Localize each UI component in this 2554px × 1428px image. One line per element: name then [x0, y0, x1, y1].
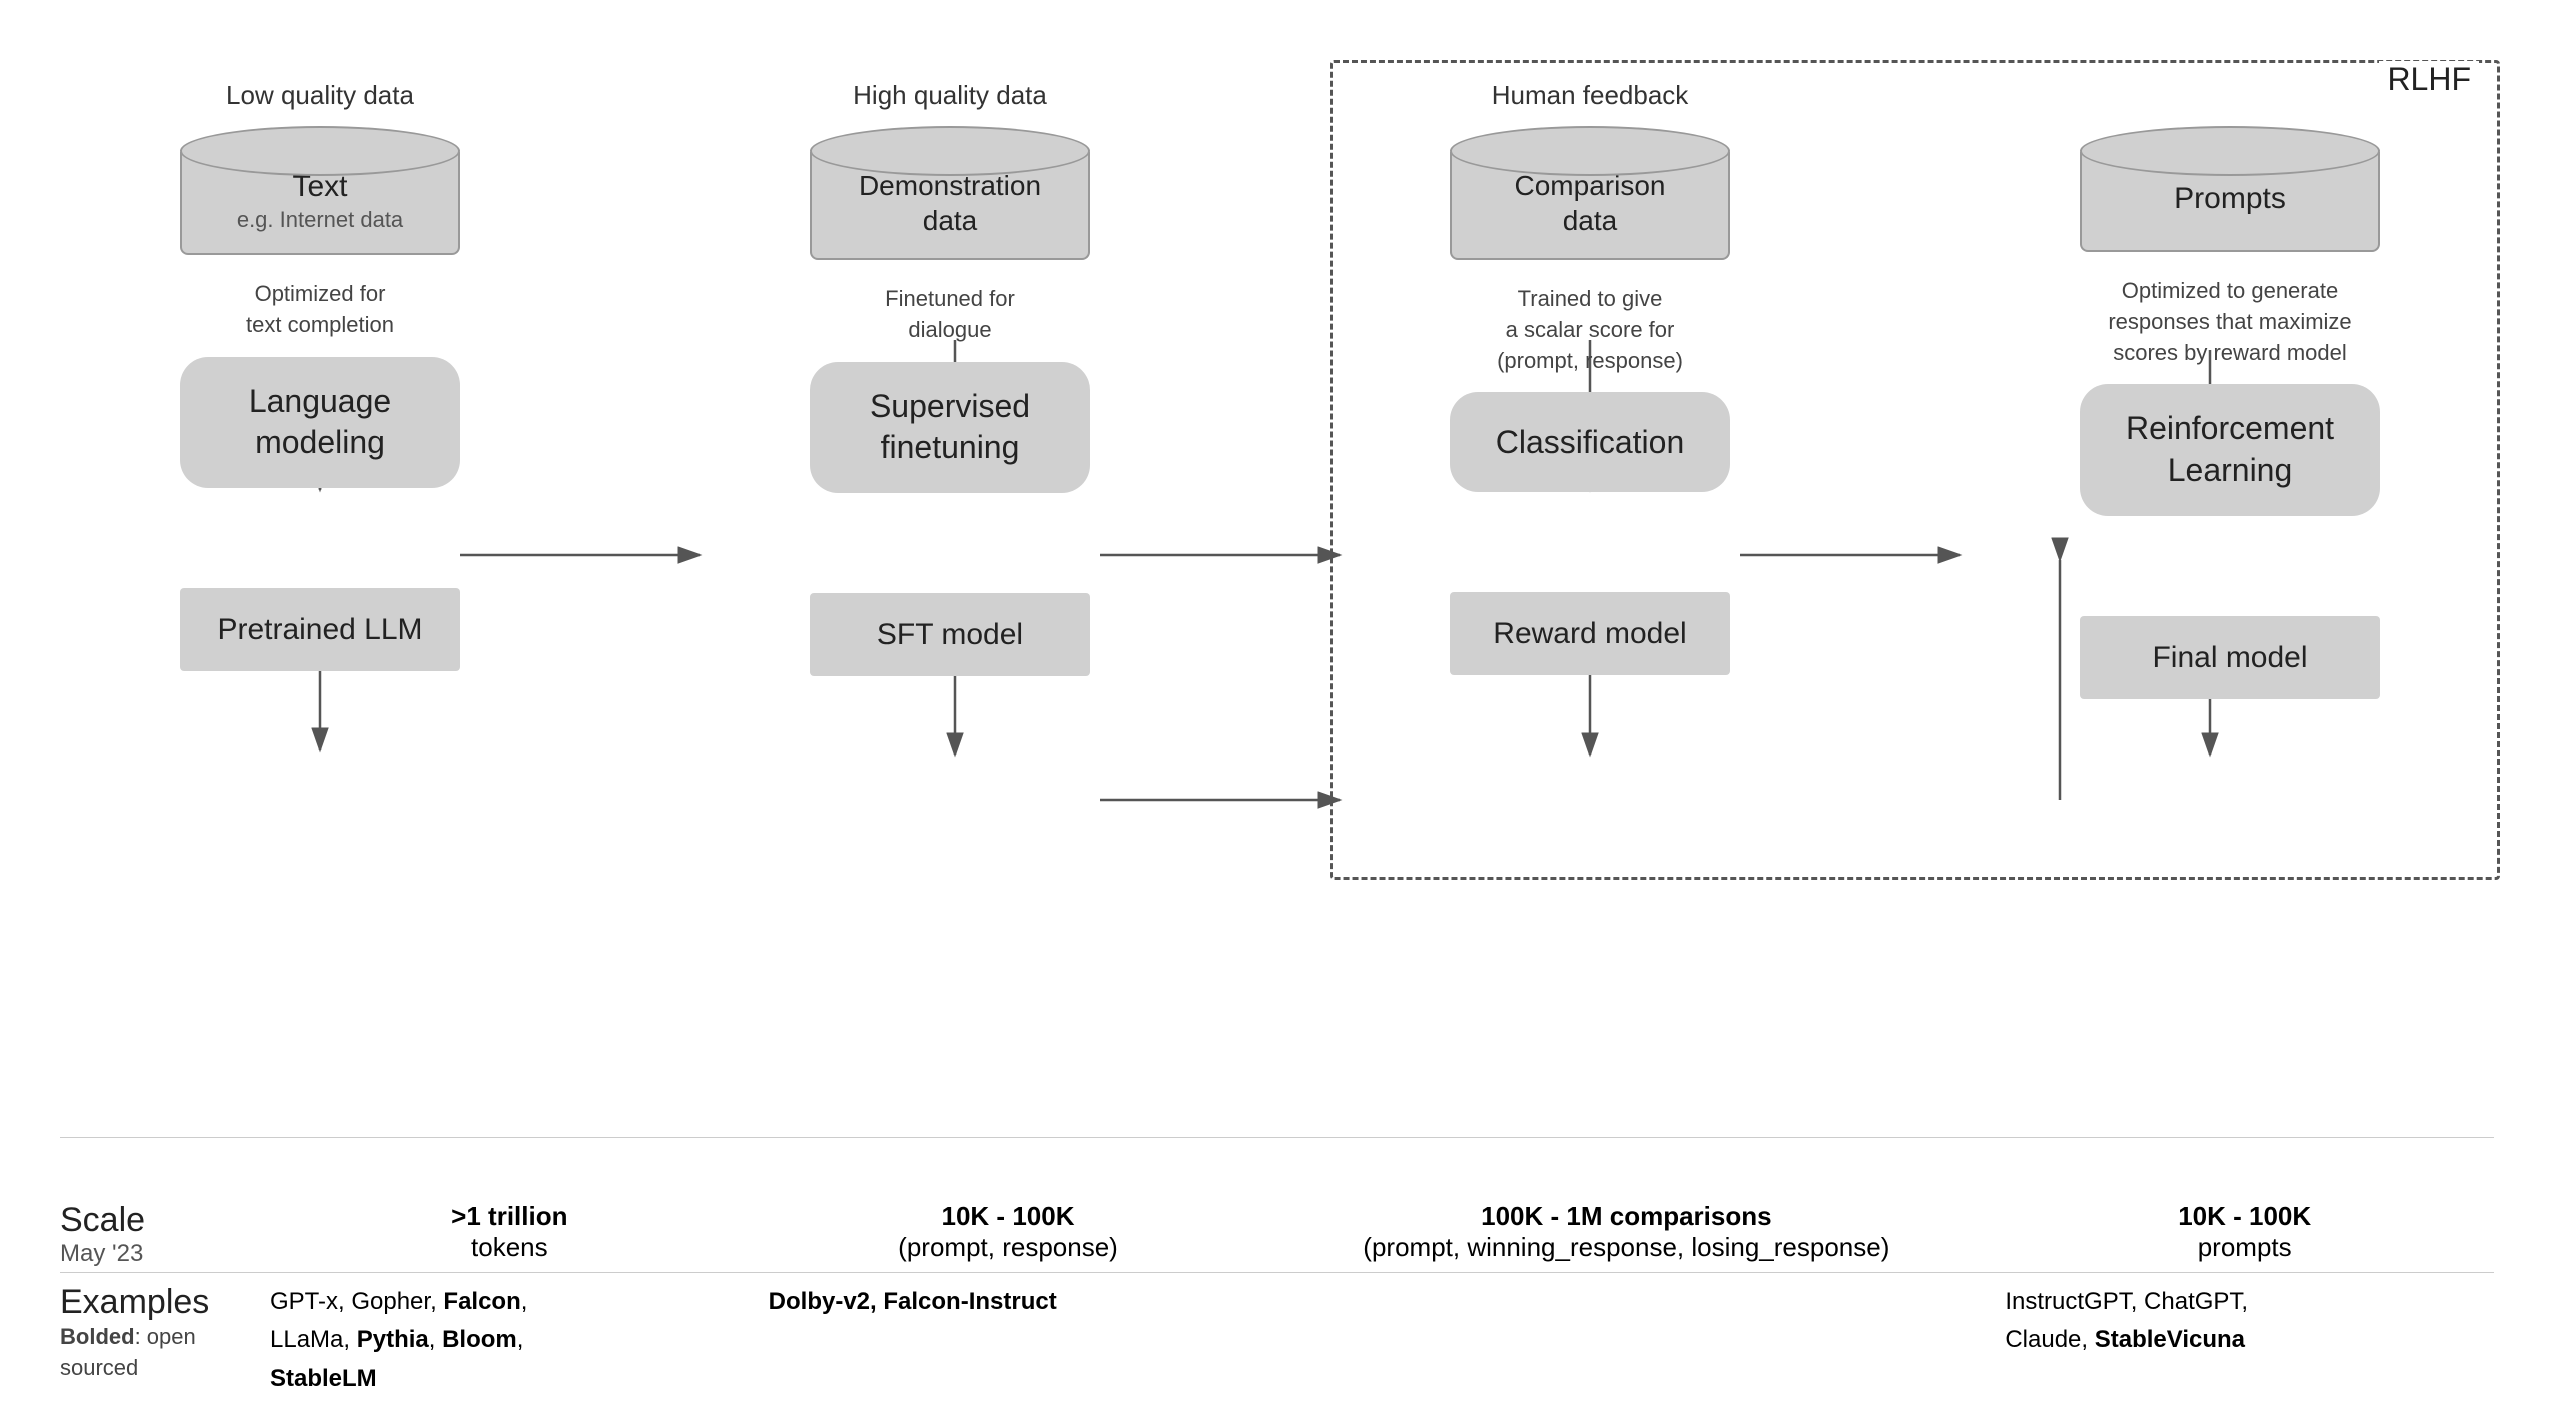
col2-cylinder-top	[810, 126, 1090, 176]
col2-data-label: High quality data	[853, 80, 1047, 116]
col4-desc: Optimized to generateresponses that maxi…	[2108, 276, 2351, 368]
col3-desc: Trained to givea scalar score for(prompt…	[1497, 284, 1683, 376]
col3-process-box: Classification	[1450, 392, 1730, 492]
col4-process-box: ReinforcementLearning	[2080, 384, 2380, 515]
column-4: Prompts Optimized to generateresponses t…	[2010, 80, 2450, 699]
examples-note: Bolded: opensourced	[60, 1322, 260, 1384]
scale-col1: >1 trilliontokens	[260, 1201, 759, 1263]
diagram-container: RLHF	[0, 0, 2554, 1428]
examples-data: GPT-x, Gopher, Falcon,LLaMa, Pythia, Blo…	[260, 1283, 2494, 1398]
column-3: Human feedback Comparisondata Trained to…	[1390, 80, 1790, 675]
col1-data-label: Low quality data	[226, 80, 414, 116]
col4-output-box: Final model	[2080, 616, 2380, 699]
examples-col2: Dolby-v2, Falcon-Instruct	[759, 1283, 1258, 1398]
divider-2	[60, 1272, 2494, 1273]
col1-cylinder: Text e.g. Internet data	[180, 126, 460, 255]
col3-data-label: Human feedback	[1492, 80, 1689, 116]
col2-desc: Finetuned fordialogue	[885, 284, 1015, 346]
col4-cylinder: Prompts	[2080, 126, 2380, 252]
scale-label: Scale May '23	[60, 1201, 260, 1268]
examples-col3	[1257, 1283, 1995, 1398]
column-2: High quality data Demonstrationdata Fine…	[760, 80, 1140, 676]
scale-section: Scale May '23 >1 trilliontokens 10K - 10…	[60, 1201, 2494, 1268]
col3-cylinder: Comparisondata	[1450, 126, 1730, 260]
examples-section: Examples Bolded: opensourced GPT-x, Goph…	[60, 1283, 2494, 1398]
scale-col4: 10K - 100Kprompts	[1995, 1201, 2494, 1263]
examples-title: Examples	[60, 1283, 260, 1322]
col2-output-box: SFT model	[810, 593, 1090, 676]
col1-output-box: Pretrained LLM	[180, 588, 460, 671]
examples-label: Examples Bolded: opensourced	[60, 1283, 260, 1384]
divider-1	[60, 1137, 2494, 1138]
col1-process-box: Languagemodeling	[180, 357, 460, 488]
col2-process-box: Supervisedfinetuning	[810, 362, 1090, 493]
scale-title: Scale	[60, 1201, 260, 1240]
examples-col4: InstructGPT, ChatGPT,Claude, StableVicun…	[1995, 1283, 2494, 1398]
scale-col2: 10K - 100K(prompt, response)	[759, 1201, 1258, 1263]
col1-desc: Optimized fortext completion	[246, 279, 394, 341]
scale-data: >1 trilliontokens 10K - 100K(prompt, res…	[260, 1201, 2494, 1263]
col3-output-box: Reward model	[1450, 592, 1730, 675]
col2-cylinder: Demonstrationdata	[810, 126, 1090, 260]
col4-data-label	[2226, 80, 2233, 116]
col1-cylinder-top	[180, 126, 460, 176]
column-1: Low quality data Text e.g. Internet data…	[130, 80, 510, 671]
col4-cylinder-top	[2080, 126, 2380, 176]
examples-col1: GPT-x, Gopher, Falcon,LLaMa, Pythia, Blo…	[260, 1283, 759, 1398]
scale-date: May '23	[60, 1240, 260, 1268]
scale-col3: 100K - 1M comparisons(prompt, winning_re…	[1257, 1201, 1995, 1263]
col3-cylinder-top	[1450, 126, 1730, 176]
